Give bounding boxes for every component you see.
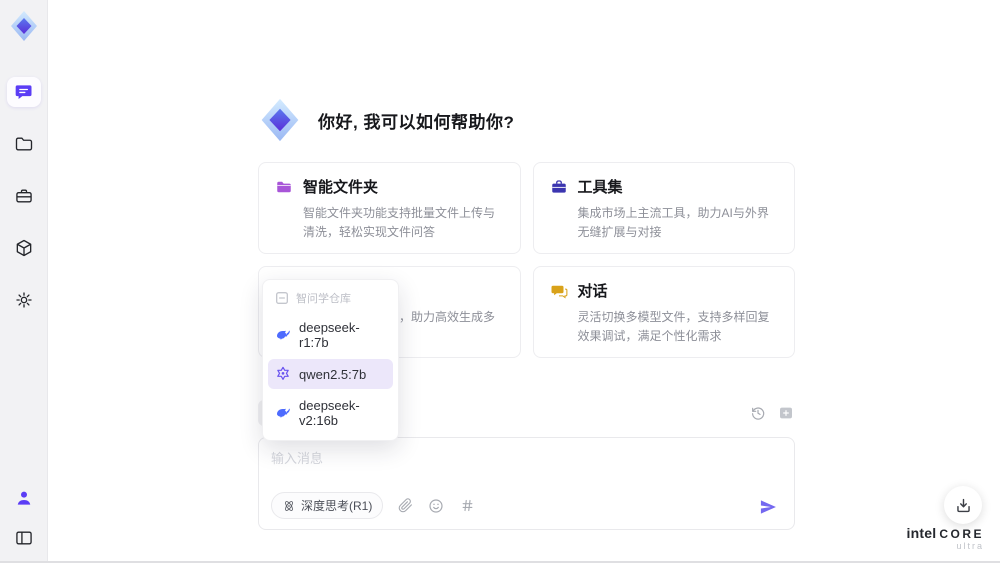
ultra-logo-text: ultra [956,541,984,551]
sidebar-bottom [7,483,41,553]
card-dialogue[interactable]: 对话 灵活切换多模型文件，支持多样回复效果调试，满足个性化需求 [532,266,795,359]
greeting: 你好, 我可以如何帮助你? [256,96,514,144]
sidebar-item-settings[interactable] [7,285,41,315]
model-option-label: deepseek-v2:16b [299,398,360,428]
card-smart-folder[interactable]: 智能文件夹 智能文件夹功能支持批量文件上传与清洗，轻松实现文件问答 [258,162,521,255]
history-icon [752,407,765,420]
chat-input-box: 深度思考(R1) [258,437,795,530]
purple-folder-icon [277,181,291,192]
model-option-deepseek-v2[interactable]: deepseek-v2:16b [268,391,393,435]
card-title: 工具集 [577,179,623,196]
attach-button[interactable] [396,497,414,515]
greeting-title: 你好, 我可以如何帮助你? [318,112,515,132]
send-button[interactable] [756,495,780,519]
sidebar-nav [6,77,41,315]
app-window: 你好, 我可以如何帮助你? 智能文件夹 智能文件夹功能支持批量文件上传与清洗，轻… [0,0,1000,563]
cube-icon [16,239,31,257]
deepseek-icon [277,408,290,418]
card-desc: 智能文件夹功能支持批量文件上传与清洗，轻松实现文件问答 [303,206,496,239]
deep-think-toggle[interactable]: 深度思考(R1) [271,492,384,519]
app-logo-icon [10,11,37,41]
model-dropdown: 智问学仓库 deepseek-r1:7b qwen2.5:7b deepseek… [262,279,399,441]
download-button[interactable] [944,486,982,524]
card-title: 对话 [577,283,608,301]
intel-core-ultra-badge: intel CORE ultra [907,526,984,551]
paperclip-icon [398,498,412,513]
sidebar-item-toolbox[interactable] [7,181,41,211]
card-title: 智能文件夹 [303,179,379,196]
send-icon [760,500,776,514]
sidebar-item-chat[interactable] [6,77,41,107]
model-option-label: deepseek-r1:7b [299,320,360,350]
core-logo-text: CORE [939,527,984,541]
sidebar-item-panel-toggle[interactable] [7,523,41,553]
qwen-icon [277,366,289,380]
card-desc: 集成市场上主流工具，助力AI与外界无缝扩展与对接 [577,206,769,239]
panel-icon [15,531,32,545]
hash-icon [462,499,473,512]
message-input[interactable] [271,448,711,488]
chat-icon [15,85,31,99]
model-dropdown-header: 智问学仓库 [268,285,393,311]
deep-think-label: 深度思考(R1) [301,499,373,513]
model-repo-label: 智问学仓库 [296,293,351,305]
capture-icon [780,407,792,419]
emoji-button[interactable] [427,497,445,515]
assistant-logo-icon [261,98,299,142]
input-toolbar: 深度思考(R1) [271,492,476,519]
card-desc: 灵活切换多模型文件，支持多样回复效果调试，满足个性化需求 [577,310,770,343]
model-option-label: qwen2.5:7b [299,366,367,382]
atom-icon [285,500,293,511]
sidebar-item-folders[interactable] [7,129,41,159]
emoji-icon [429,498,443,513]
templates-button[interactable] [458,497,476,515]
history-button[interactable] [749,404,767,422]
intel-logo-text: intel [906,525,937,541]
chat-actions [749,404,795,422]
model-option-deepseek-r1[interactable]: deepseek-r1:7b [268,313,393,357]
folder-icon [15,137,32,151]
card-toolset[interactable]: 工具集 集成市场上主流工具，助力AI与外界无缝扩展与对接 [532,162,795,255]
repo-icon [276,292,288,304]
deepseek-icon [277,330,290,340]
download-icon [956,498,970,512]
indigo-briefcase-icon [551,179,566,193]
sidebar-item-apps[interactable] [7,233,41,263]
sidebar [0,0,48,563]
briefcase-icon [15,189,32,203]
gold-chat-icon [551,285,567,299]
model-option-qwen[interactable]: qwen2.5:7b [268,359,393,389]
sidebar-item-account[interactable] [7,483,41,513]
account-icon [17,491,30,505]
capture-button[interactable] [777,404,795,422]
gear-icon [15,292,32,308]
